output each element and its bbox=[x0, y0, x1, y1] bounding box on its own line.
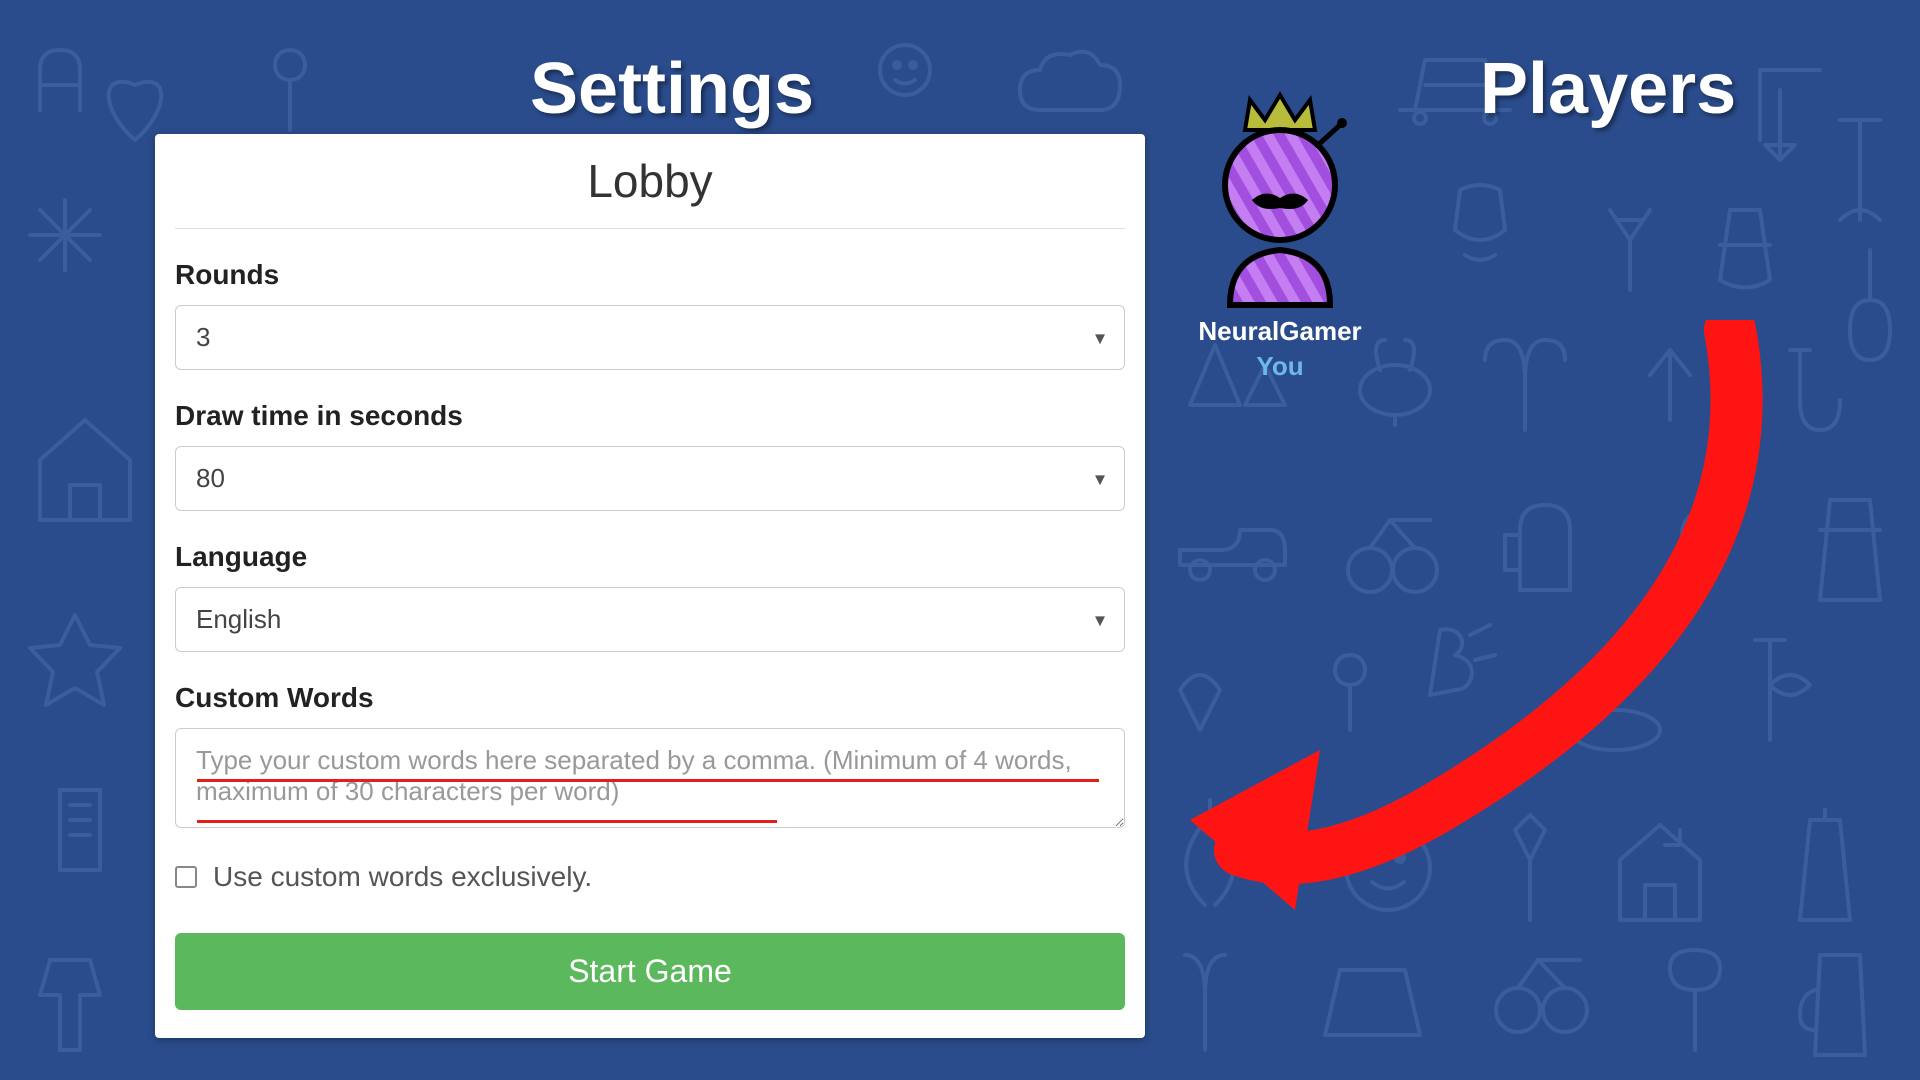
exclusive-checkbox-row: Use custom words exclusively. bbox=[175, 861, 1125, 893]
lobby-panel: Lobby Rounds 3 ▾ Draw time in seconds 80… bbox=[155, 134, 1145, 1038]
player-card: NeuralGamer You bbox=[1170, 90, 1390, 382]
settings-heading: Settings bbox=[530, 48, 814, 130]
player-avatar-icon bbox=[1190, 90, 1370, 310]
drawtime-group: Draw time in seconds 80 ▾ bbox=[175, 400, 1125, 511]
player-you-label: You bbox=[1170, 351, 1390, 382]
exclusive-checkbox[interactable] bbox=[175, 866, 197, 888]
drawtime-select[interactable]: 80 bbox=[175, 446, 1125, 511]
exclusive-label: Use custom words exclusively. bbox=[213, 861, 592, 893]
annotation-underline bbox=[197, 779, 1099, 782]
players-heading: Players bbox=[1480, 48, 1736, 130]
customwords-input[interactable] bbox=[175, 728, 1125, 828]
annotation-arrow-icon bbox=[1160, 320, 1780, 940]
player-name: NeuralGamer bbox=[1170, 316, 1390, 347]
rounds-group: Rounds 3 ▾ bbox=[175, 259, 1125, 370]
customwords-label: Custom Words bbox=[175, 682, 1125, 714]
language-group: Language English ▾ bbox=[175, 541, 1125, 652]
drawtime-label: Draw time in seconds bbox=[175, 400, 1125, 432]
start-game-button[interactable]: Start Game bbox=[175, 933, 1125, 1010]
language-label: Language bbox=[175, 541, 1125, 573]
language-select[interactable]: English bbox=[175, 587, 1125, 652]
customwords-group: Custom Words bbox=[175, 682, 1125, 833]
rounds-label: Rounds bbox=[175, 259, 1125, 291]
rounds-select[interactable]: 3 bbox=[175, 305, 1125, 370]
annotation-underline bbox=[197, 820, 777, 823]
lobby-title: Lobby bbox=[175, 134, 1125, 229]
